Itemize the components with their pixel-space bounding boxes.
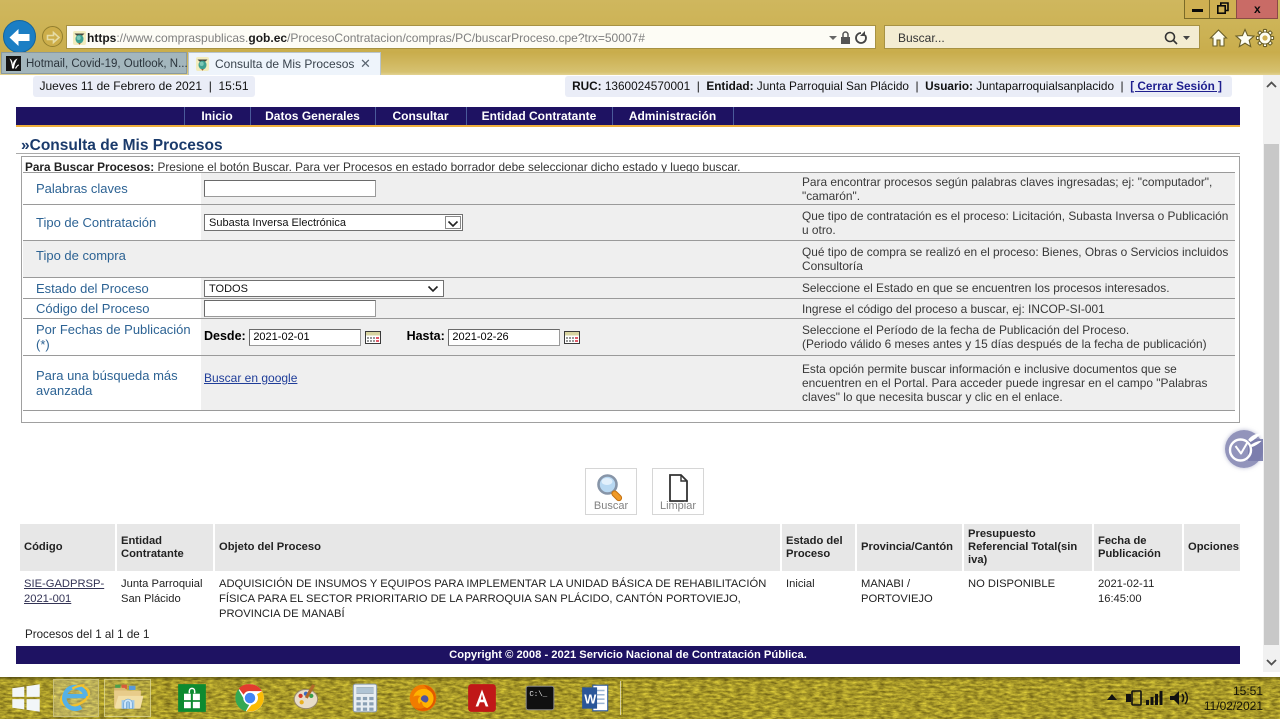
svg-text:C:\_: C:\_ [529,691,547,699]
svg-text:W: W [584,691,597,706]
